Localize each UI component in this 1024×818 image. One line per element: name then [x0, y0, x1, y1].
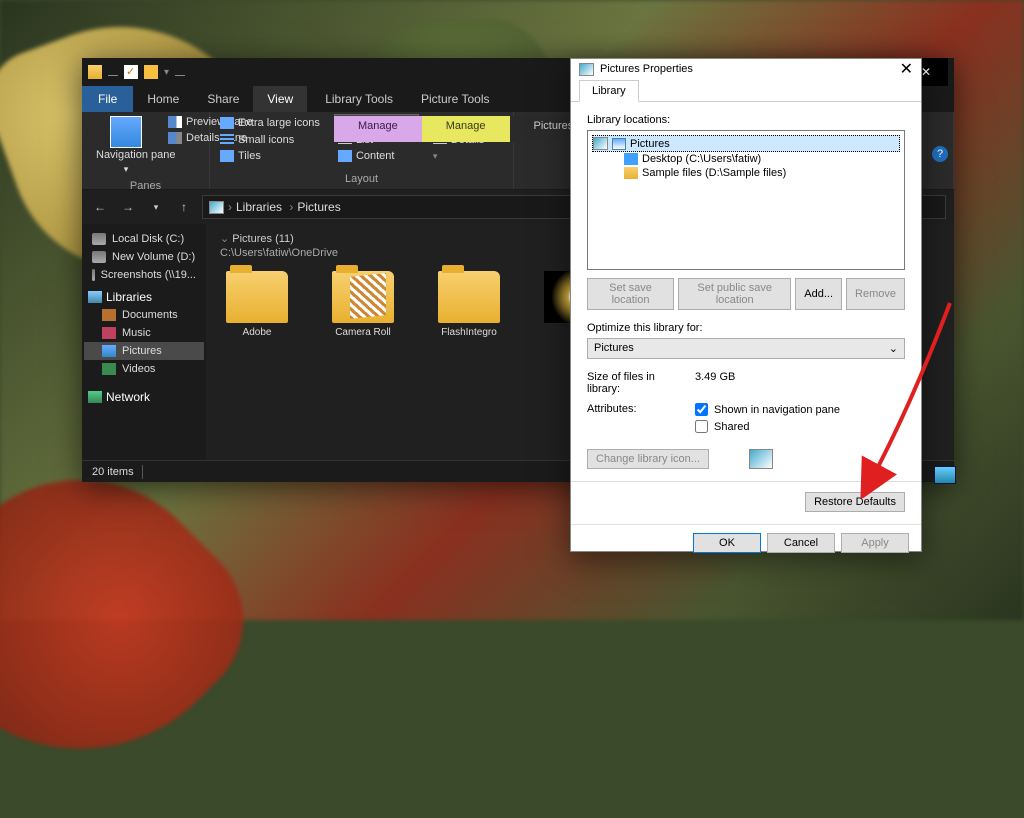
set-save-location-button[interactable]: Set save location	[587, 278, 674, 310]
qat-separator	[108, 68, 118, 76]
qat-dropdown-icon[interactable]: ▾	[164, 67, 169, 78]
dialog-title-bar: Pictures Properties ✕	[571, 59, 921, 79]
app-icon	[88, 65, 102, 79]
forward-button[interactable]: →	[118, 200, 138, 214]
share-tab[interactable]: Share	[193, 86, 253, 112]
shared-checkbox[interactable]: Shared	[695, 420, 840, 433]
dialog-tabs: Library	[571, 79, 921, 102]
breadcrumb-libraries[interactable]: Libraries	[236, 200, 293, 214]
tree-item-desktop[interactable]: Desktop (C:\Users\fatiw)	[592, 152, 900, 166]
size-label: Size of files in library:	[587, 371, 687, 395]
sidebar-music[interactable]: Music	[84, 324, 204, 342]
navigation-pane-button[interactable]: Navigation pane	[96, 150, 156, 161]
home-tab[interactable]: Home	[133, 86, 193, 112]
tiles-button[interactable]: Tiles	[216, 148, 324, 164]
library-locations-label: Library locations:	[587, 114, 905, 126]
qat-folder-icon[interactable]	[144, 65, 158, 79]
sidebar-pictures[interactable]: Pictures	[84, 342, 204, 360]
context-tab-bar: Manage Manage Pictures	[334, 116, 597, 142]
sidebar-documents[interactable]: Documents	[84, 306, 204, 324]
status-item-count: 20 items	[92, 466, 134, 478]
panes-group-label: Panes	[88, 178, 203, 194]
dialog-title: Pictures Properties	[600, 63, 693, 75]
library-tools-tab[interactable]: Library Tools	[311, 86, 407, 112]
sidebar-libraries-header[interactable]: Libraries	[84, 284, 204, 306]
restore-defaults-button[interactable]: Restore Defaults	[805, 492, 905, 512]
navigation-pane-icon[interactable]	[110, 116, 142, 148]
qat-checkbox-icon[interactable]: ✓	[124, 65, 138, 79]
folder-adobe[interactable]: Adobe	[220, 271, 294, 338]
up-button[interactable]: ↑	[174, 200, 194, 214]
library-tab[interactable]: Library	[579, 80, 639, 102]
breadcrumb-pictures[interactable]: Pictures	[297, 200, 340, 214]
crumb-chevron[interactable]: ›	[228, 200, 232, 214]
shown-in-nav-checkbox[interactable]: Shown in navigation pane	[695, 403, 840, 416]
add-location-button[interactable]: Add...	[795, 278, 842, 310]
extra-large-icons-button[interactable]: Extra large icons	[216, 114, 324, 132]
dialog-icon	[579, 63, 594, 76]
navigation-tree: Local Disk (C:) New Volume (D:) Screensh…	[82, 224, 206, 460]
small-icons-button[interactable]: Small icons	[216, 132, 324, 148]
sidebar-new-volume[interactable]: New Volume (D:)	[84, 248, 204, 266]
picture-tools-context[interactable]: Manage	[422, 116, 510, 142]
tree-item-pictures[interactable]: Pictures	[592, 135, 900, 152]
change-icon-button[interactable]: Change library icon...	[587, 449, 709, 469]
locations-tree[interactable]: Pictures Desktop (C:\Users\fatiw) Sample…	[587, 130, 905, 270]
optimize-label: Optimize this library for:	[587, 322, 905, 334]
help-icon[interactable]: ?	[932, 146, 948, 162]
optimize-dropdown[interactable]: Pictures⌄	[587, 338, 905, 359]
library-icon	[209, 201, 224, 214]
taskbar-icon[interactable]	[934, 466, 956, 484]
size-value: 3.49 GB	[695, 371, 735, 395]
tree-item-sample-files[interactable]: Sample files (D:\Sample files)	[592, 166, 900, 180]
picture-tools-tab[interactable]: Picture Tools	[407, 86, 503, 112]
apply-button[interactable]: Apply	[841, 533, 909, 553]
library-current-icon	[749, 449, 773, 469]
remove-location-button[interactable]: Remove	[846, 278, 905, 310]
sidebar-local-disk[interactable]: Local Disk (C:)	[84, 230, 204, 248]
folder-camera-roll[interactable]: Camera Roll	[326, 271, 400, 338]
properties-dialog: Pictures Properties ✕ Library Library lo…	[570, 58, 922, 552]
sidebar-network-header[interactable]: Network	[84, 384, 204, 406]
dialog-footer: OK Cancel Apply	[571, 524, 921, 561]
view-tab[interactable]: View	[253, 86, 307, 112]
library-tools-context[interactable]: Manage	[334, 116, 422, 142]
folder-flashintegro[interactable]: FlashIntegro	[432, 271, 506, 338]
recent-locations-button[interactable]: ▾	[146, 202, 166, 213]
layout-group-label: Layout	[216, 171, 507, 187]
attributes-label: Attributes:	[587, 403, 687, 433]
qat-separator-2	[175, 68, 185, 76]
back-button[interactable]: ←	[90, 200, 110, 214]
cancel-button[interactable]: Cancel	[767, 533, 835, 553]
chevron-down-icon: ⌄	[889, 342, 898, 355]
file-menu[interactable]: File	[82, 86, 133, 112]
sidebar-screenshots[interactable]: Screenshots (\\19...	[84, 266, 204, 284]
content-button[interactable]: Content	[334, 148, 419, 164]
dialog-close-button[interactable]: ✕	[900, 59, 913, 79]
sidebar-videos[interactable]: Videos	[84, 360, 204, 378]
ok-button[interactable]: OK	[693, 533, 761, 553]
set-public-save-location-button[interactable]: Set public save location	[678, 278, 791, 310]
